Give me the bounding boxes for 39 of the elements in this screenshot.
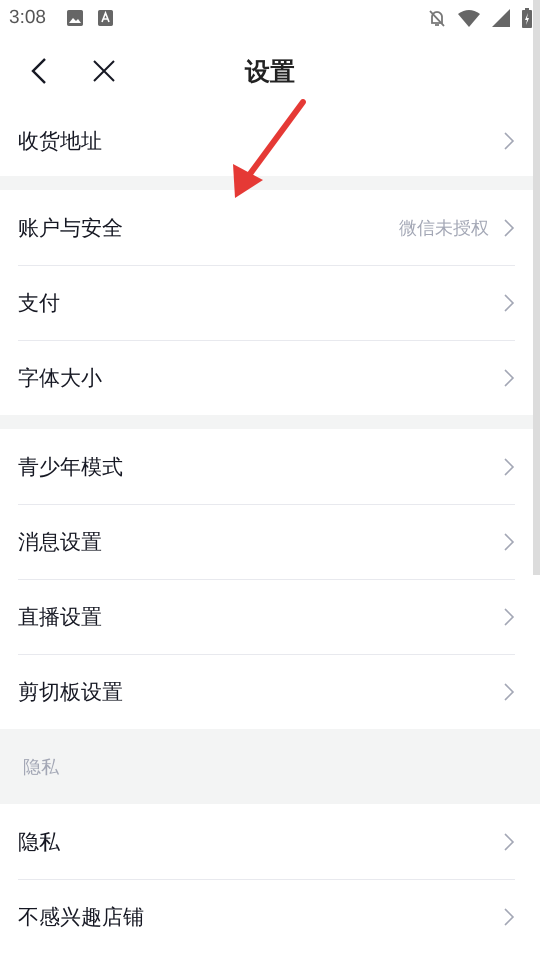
row-label: 隐私 [18, 828, 61, 856]
section-header: 隐私 [23, 756, 59, 778]
status-time: 3:08 [9, 7, 46, 29]
settings-row[interactable]: 账户与安全 微信未授权 [18, 190, 515, 265]
chevron-icon [503, 456, 515, 476]
settings-row[interactable]: 青少年模式 [18, 429, 515, 504]
row-label: 字体大小 [18, 365, 103, 392]
settings-row[interactable]: 收货地址 [18, 106, 515, 176]
settings-row[interactable]: 隐私 [18, 804, 515, 879]
row-label: 直播设置 [18, 604, 103, 631]
chevron-icon [503, 131, 515, 151]
row-label: 消息设置 [18, 529, 103, 556]
page-title: 设置 [245, 56, 295, 88]
row-label: 支付 [18, 290, 61, 317]
row-label: 账户与安全 [18, 214, 124, 242]
settings-row[interactable]: 不感兴趣店铺 [18, 879, 515, 954]
chevron-icon [503, 368, 515, 388]
chevron-icon [503, 293, 515, 313]
settings-row[interactable]: 直播设置 [18, 579, 515, 654]
row-value: 微信未授权 [399, 216, 489, 240]
settings-row[interactable]: 消息设置 [18, 504, 515, 579]
wifi-icon [458, 10, 480, 26]
chevron-icon [503, 532, 515, 552]
text-app-icon [98, 10, 113, 26]
row-label: 不感兴趣店铺 [18, 904, 145, 931]
chevron-icon [503, 832, 515, 852]
battery-icon [522, 8, 532, 28]
row-label: 收货地址 [18, 128, 103, 155]
chevron-icon [503, 907, 515, 927]
row-label: 剪切板设置 [18, 679, 124, 706]
row-label: 青少年模式 [18, 454, 124, 480]
settings-row[interactable]: 支付 [18, 265, 515, 340]
chevron-icon [503, 218, 515, 238]
image-icon [66, 9, 84, 27]
signal-icon [492, 9, 510, 27]
muted-bell-icon [428, 8, 446, 28]
chevron-icon [503, 607, 515, 627]
close-button[interactable] [92, 59, 116, 83]
chevron-icon [503, 682, 515, 702]
